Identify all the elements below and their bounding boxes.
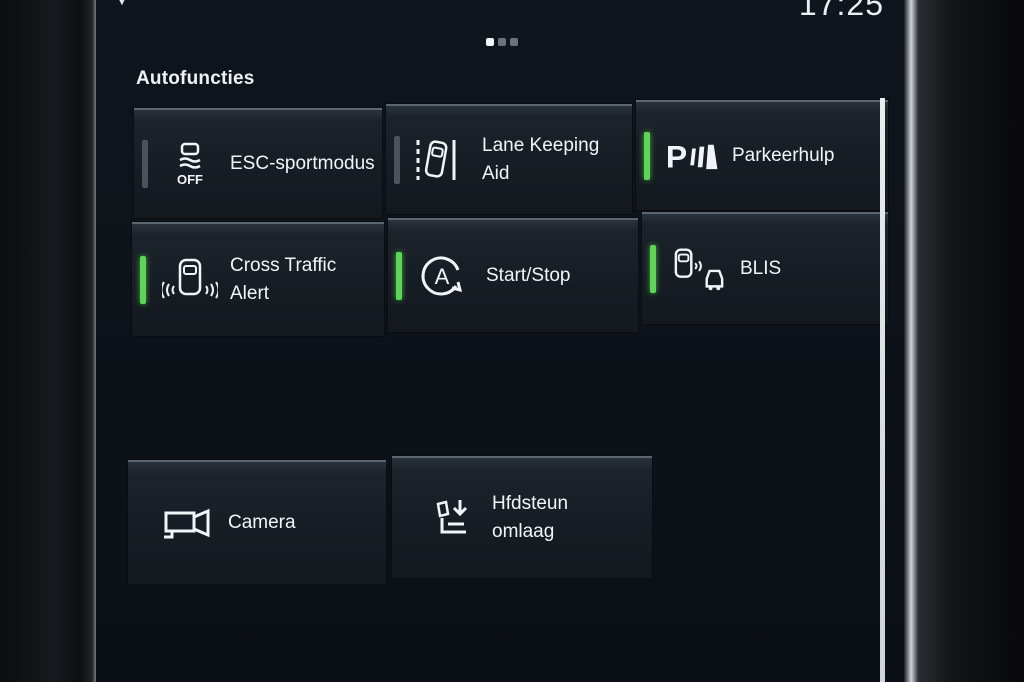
status-indicator bbox=[142, 140, 148, 188]
status-indicator bbox=[140, 256, 146, 304]
blis-icon bbox=[674, 248, 724, 291]
tile-esc-sportmodus[interactable]: OFF ESC-sportmodus bbox=[134, 108, 382, 218]
screen-edge-highlight bbox=[880, 98, 885, 682]
cross-traffic-icon bbox=[162, 258, 218, 299]
section-title: Autofuncties bbox=[136, 68, 255, 89]
tile-label-line2: Aid bbox=[482, 163, 510, 184]
tile-label-line1: Cross Traffic bbox=[230, 255, 337, 276]
tile-label-line1: ESC-sportmodus bbox=[230, 153, 375, 174]
page-dot-3[interactable] bbox=[510, 38, 518, 46]
tile-label: ESC-sportmodus bbox=[230, 150, 375, 178]
tile-label-line1: Hfdsteun bbox=[492, 493, 569, 514]
tile-label-line1: Camera bbox=[228, 512, 296, 533]
status-indicator bbox=[394, 136, 400, 184]
tile-start-stop[interactable]: A Start/Stop bbox=[388, 218, 638, 332]
tile-label: Parkeerhulp bbox=[732, 142, 834, 170]
page-dot-1[interactable] bbox=[486, 38, 494, 46]
status-icon: ▼ bbox=[115, 0, 129, 8]
esc-off-icon: OFF bbox=[177, 142, 203, 187]
tile-label-line1: BLIS bbox=[740, 258, 782, 279]
status-indicator bbox=[396, 252, 402, 300]
park-assist-icon: P bbox=[666, 138, 718, 174]
status-indicator bbox=[644, 132, 650, 180]
tile-label-line1: Start/Stop bbox=[486, 265, 571, 286]
headrest-icon bbox=[436, 500, 468, 534]
svg-text:A: A bbox=[435, 264, 450, 289]
tile-lane-keeping-aid[interactable]: Lane Keeping Aid bbox=[386, 104, 632, 214]
clock: 17:25 bbox=[798, 0, 884, 22]
start-stop-icon: A bbox=[421, 256, 463, 296]
page-dot-2[interactable] bbox=[498, 38, 506, 46]
tile-label: Camera bbox=[228, 509, 296, 537]
camera-icon bbox=[164, 508, 210, 539]
tile-hfdsteun-omlaag[interactable]: Hfdsteun omlaag bbox=[392, 456, 652, 578]
tile-label: Lane Keeping Aid bbox=[482, 132, 599, 188]
page-indicator bbox=[486, 38, 518, 46]
tile-label: Hfdsteun omlaag bbox=[492, 490, 568, 546]
screen-bezel-left bbox=[0, 0, 100, 682]
tile-label-line2: Alert bbox=[230, 283, 270, 304]
svg-text:OFF: OFF bbox=[177, 172, 203, 187]
tile-label: BLIS bbox=[740, 255, 781, 283]
tile-camera[interactable]: Camera bbox=[128, 460, 386, 584]
tile-label-line2: omlaag bbox=[492, 521, 555, 542]
lane-keeping-icon bbox=[416, 140, 456, 180]
tile-label: Start/Stop bbox=[486, 262, 571, 290]
tile-cross-traffic-alert[interactable]: Cross Traffic Alert bbox=[132, 222, 384, 336]
tile-blis[interactable]: BLIS bbox=[642, 212, 888, 324]
screen-bezel-right bbox=[904, 0, 1024, 682]
tile-label-line1: Parkeerhulp bbox=[732, 145, 835, 166]
svg-text:P: P bbox=[666, 138, 687, 174]
status-indicator bbox=[650, 245, 656, 293]
tile-label: Cross Traffic Alert bbox=[230, 252, 336, 308]
tile-parkeerhulp[interactable]: P Parkeerhulp bbox=[636, 100, 888, 210]
tile-label-line1: Lane Keeping bbox=[482, 135, 600, 156]
